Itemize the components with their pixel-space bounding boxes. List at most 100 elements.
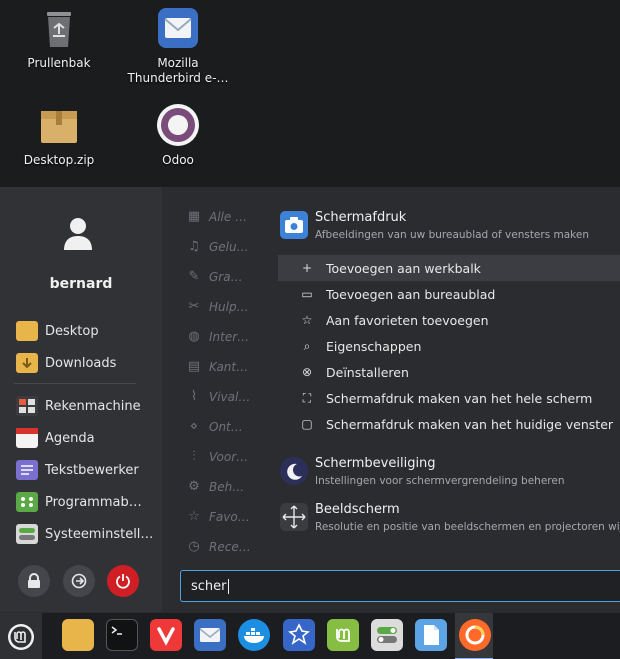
ctx-uninstall[interactable]: ⊗ Deïnstalleren — [278, 359, 620, 385]
fav-system-settings[interactable]: Systeeminstell… — [16, 523, 153, 545]
lock-icon — [28, 573, 40, 588]
result-screenshot[interactable]: Schermafdruk Afbeeldingen van uw bureaub… — [278, 207, 620, 247]
category-label: Favo… — [209, 510, 250, 524]
search-input[interactable]: scher — [180, 570, 620, 602]
ctx-properties[interactable]: ⌕ Eigenschappen — [278, 333, 620, 359]
category-office[interactable]: ▤ Kant… — [186, 357, 248, 377]
logout-button[interactable] — [63, 565, 95, 597]
fav-calendar[interactable]: Agenda — [16, 427, 95, 449]
fav-label: Rekenmachine — [45, 398, 141, 414]
monitor-icon: ▭ — [301, 287, 313, 301]
shutdown-button[interactable] — [107, 565, 139, 597]
taskbar-app[interactable] — [283, 619, 315, 651]
ctx-label: Schermafdruk maken van het hele scherm — [326, 390, 593, 406]
fav-text-editor[interactable]: Tekstbewerker — [16, 459, 139, 481]
gear-icon: ⚙ — [188, 479, 200, 494]
taskbar-vivaldi[interactable] — [150, 619, 182, 651]
tools-icon: ✂ — [188, 299, 200, 314]
place-desktop[interactable]: Desktop — [16, 320, 99, 342]
taskbar — [0, 612, 620, 659]
desktop-icon-label: Mozilla Thunderbird e-… — [127, 56, 229, 85]
ctx-screenshot-full[interactable]: ⛶ Schermafdruk maken van het hele scherm — [278, 385, 620, 411]
category-label: Inter… — [209, 330, 250, 344]
calendar-icon — [16, 428, 38, 448]
docker-icon — [244, 628, 264, 643]
place-downloads[interactable]: Downloads — [16, 352, 116, 374]
taskbar-docker[interactable] — [238, 619, 270, 651]
desktop-icon-thunderbird[interactable]: Mozilla Thunderbird e-… — [123, 6, 233, 86]
result-title: Schermbeveiliging — [315, 456, 436, 471]
plus-icon: + — [301, 261, 313, 275]
result-title: Beeldscherm — [315, 502, 400, 517]
result-subtitle: Instellingen voor schermvergrendeling be… — [315, 475, 565, 487]
category-label: Alle … — [209, 210, 248, 224]
calculator-icon — [16, 396, 38, 416]
fav-label: Tekstbewerker — [45, 462, 139, 478]
taskbar-firefox[interactable] — [459, 619, 491, 651]
search-results: Schermafdruk Afbeeldingen van uw bureaub… — [278, 187, 620, 557]
ctx-label: Toevoegen aan bureaublad — [326, 286, 496, 302]
ctx-label: Deïnstalleren — [326, 364, 409, 380]
category-label: Vival… — [209, 390, 251, 404]
result-screensaver[interactable]: Schermbeveiliging Instellingen voor sche… — [278, 453, 620, 493]
logout-icon — [71, 573, 87, 589]
lock-button[interactable] — [18, 565, 50, 597]
fav-calculator[interactable]: Rekenmachine — [16, 395, 141, 417]
category-graphics[interactable]: ✎ Gra… — [186, 267, 243, 287]
uninstall-icon: ⊗ — [301, 365, 313, 379]
category-accessories[interactable]: ✂ Hulp… — [186, 297, 249, 317]
taskbar-mail[interactable] — [194, 619, 226, 651]
screenshot-app-icon — [280, 211, 308, 239]
display-icon — [280, 503, 308, 531]
category-all[interactable]: ▦ Alle … — [186, 207, 247, 227]
fullscreen-icon: ⛶ — [302, 390, 312, 405]
place-label: Downloads — [45, 355, 117, 371]
start-menu: bernard Desktop Downloads Rekenmachine A… — [0, 187, 620, 612]
taskbar-document-viewer[interactable] — [415, 619, 447, 651]
grid-icon: ▦ — [187, 209, 201, 224]
taskbar-files[interactable] — [62, 619, 94, 651]
folder-icon — [16, 321, 38, 341]
ctx-label: Toevoegen aan werkbalk — [326, 260, 481, 276]
category-sound[interactable]: ♫ Gelu… — [186, 237, 248, 257]
category-favorites[interactable]: ☆ Favo… — [186, 507, 250, 527]
document-viewer-icon — [424, 625, 439, 645]
desktop-icon-archive[interactable]: Desktop.zip — [4, 103, 114, 168]
result-subtitle: Afbeeldingen van uw bureaublad of venste… — [315, 229, 589, 241]
fav-label: Programmab… — [45, 494, 142, 510]
category-internet[interactable]: ◍ Inter… — [186, 327, 249, 347]
username: bernard — [49, 276, 113, 292]
category-development[interactable]: ⋄ Ont… — [186, 417, 243, 437]
category-preferences[interactable]: ⫶ Voor… — [186, 447, 248, 467]
taskbar-terminal[interactable] — [106, 619, 138, 651]
user-avatar-icon[interactable] — [63, 217, 93, 251]
desktop-icon-trash[interactable]: Prullenbak — [4, 6, 114, 71]
fav-label: Systeeminstell… — [45, 526, 154, 542]
trash-icon — [37, 6, 81, 50]
fav-label: Agenda — [45, 430, 95, 446]
ctx-label: Schermafdruk maken van het huidige venst… — [326, 416, 614, 432]
folder-download-icon — [16, 353, 38, 373]
taskbar-settings[interactable] — [371, 619, 403, 651]
taskbar-mint-update[interactable] — [327, 619, 359, 651]
desktop-icon-odoo[interactable]: Odoo — [123, 103, 233, 168]
result-display[interactable]: Beeldscherm Resolutie en positie van bee… — [278, 499, 620, 539]
window-icon: ▢ — [301, 417, 313, 431]
category-recent[interactable]: ◷ Rece… — [186, 537, 250, 555]
thunderbird-icon — [156, 6, 200, 50]
sidebar-separator — [14, 383, 136, 384]
ctx-add-to-favorites[interactable]: ☆ Aan favorieten toevoegen — [278, 307, 620, 333]
fav-software-manager[interactable]: Programmab… — [16, 491, 142, 513]
vivaldi-icon — [157, 627, 175, 646]
category-administration[interactable]: ⚙ Beh… — [186, 477, 244, 497]
ctx-screenshot-window[interactable]: ▢ Schermafdruk maken van het huidige vens… — [278, 411, 620, 437]
ctx-add-to-desktop[interactable]: ▭ Toevoegen aan bureaublad — [278, 281, 620, 307]
category-label: Gra… — [209, 270, 243, 284]
recent-icon: ◷ — [188, 539, 200, 554]
category-vivaldi[interactable]: ⌇ Vival… — [186, 387, 251, 407]
ctx-add-to-panel[interactable]: + Toevoegen aan werkbalk — [278, 255, 620, 281]
category-label: Beh… — [209, 480, 245, 494]
menu-button[interactable] — [0, 613, 42, 659]
screensaver-icon — [280, 457, 308, 485]
mint-update-icon — [336, 628, 350, 642]
